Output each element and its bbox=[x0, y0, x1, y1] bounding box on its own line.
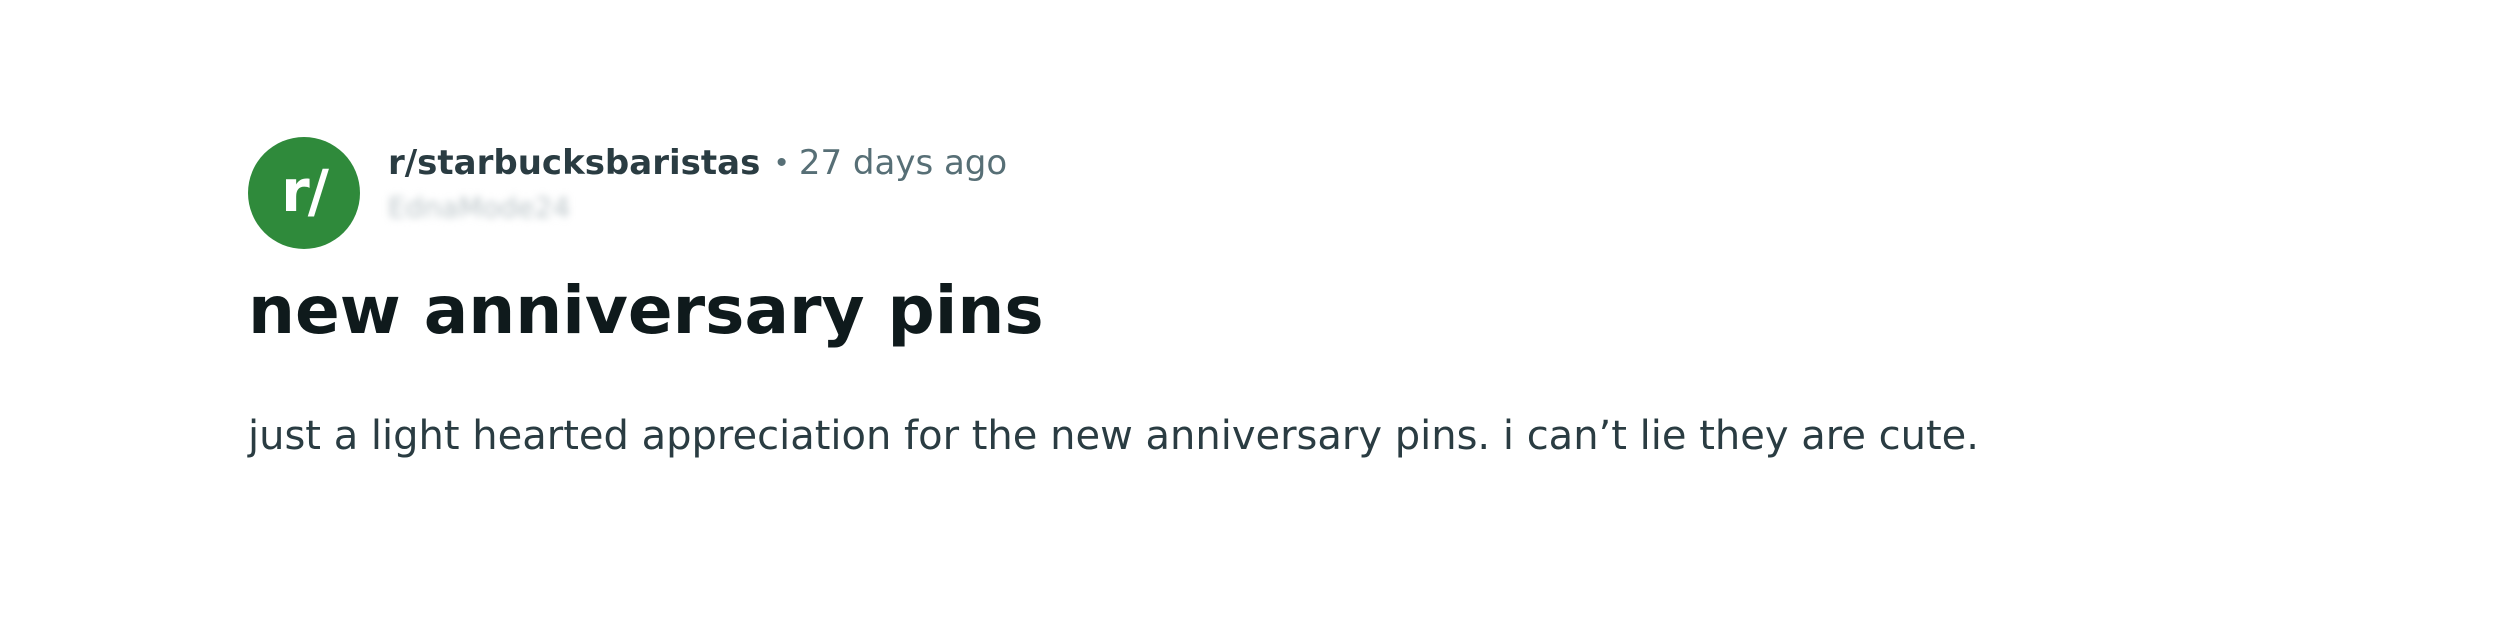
subreddit-avatar-label: r/ bbox=[281, 157, 329, 225]
post-meta: r/ r/starbucksbaristas • 27 days ago Edn… bbox=[248, 137, 2348, 249]
author-username[interactable]: EdnaMode24 bbox=[388, 191, 1007, 224]
post-body: just a light hearted appreciation for th… bbox=[248, 412, 1979, 459]
post-meta-text: r/starbucksbaristas • 27 days ago EdnaMo… bbox=[388, 143, 1007, 224]
post-meta-line: r/starbucksbaristas • 27 days ago bbox=[388, 143, 1007, 183]
post-title[interactable]: new anniversary pins bbox=[248, 273, 2348, 349]
subreddit-avatar[interactable]: r/ bbox=[248, 137, 360, 249]
subreddit-link[interactable]: r/starbucksbaristas bbox=[388, 143, 760, 183]
post-timestamp: 27 days ago bbox=[798, 143, 1008, 183]
meta-separator: • bbox=[776, 146, 787, 179]
post-card: r/ r/starbucksbaristas • 27 days ago Edn… bbox=[248, 137, 2348, 459]
